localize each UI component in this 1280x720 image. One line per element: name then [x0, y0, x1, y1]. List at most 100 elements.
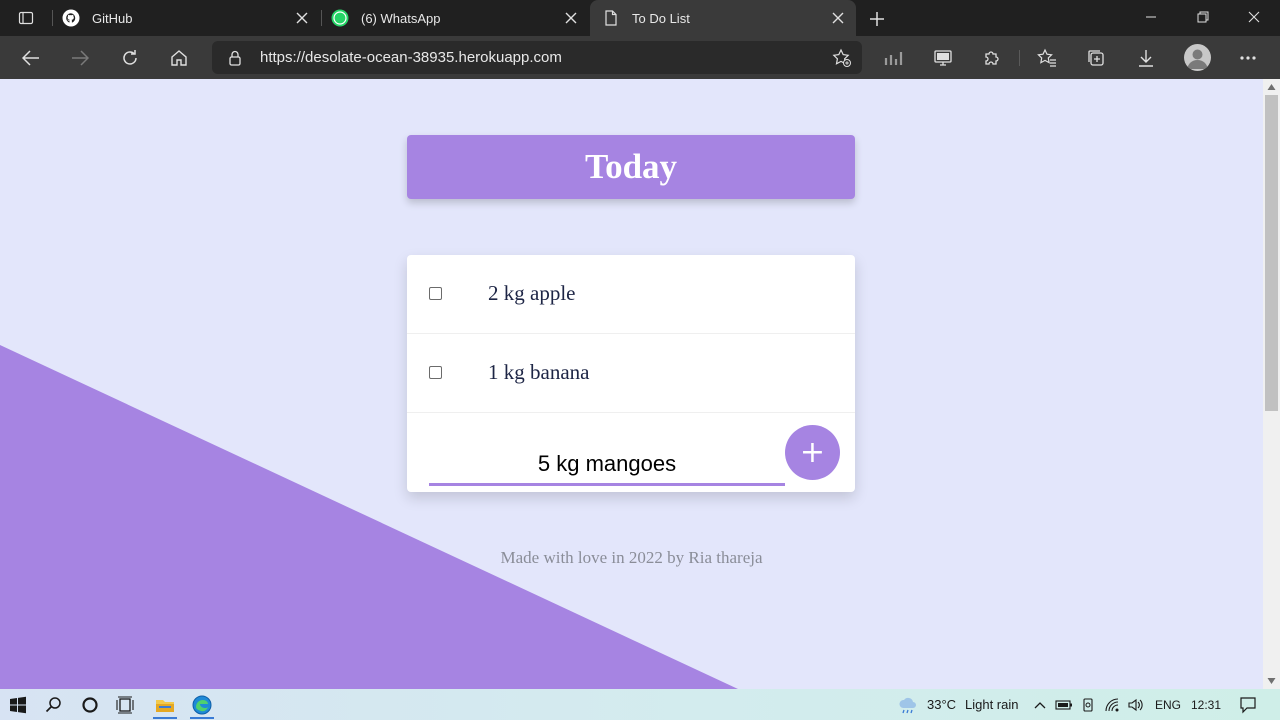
address-bar[interactable]: https://desolate-ocean-38935.herokuapp.c… [212, 41, 862, 74]
todo-item: 2 kg apple [407, 255, 855, 334]
weather-temperature: 33°C [927, 697, 957, 712]
scroll-thumb[interactable] [1265, 95, 1278, 411]
task-view-icon [116, 696, 134, 714]
todo-checkbox[interactable] [429, 366, 442, 379]
todo-item-text: 1 kg banana [488, 360, 590, 384]
downloads-button[interactable] [1134, 46, 1158, 70]
task-view-button[interactable] [114, 694, 136, 716]
todo-item: 1 kg banana [407, 334, 855, 413]
page-title: Today [584, 147, 678, 186]
folder-icon [156, 700, 174, 712]
close-tab-icon[interactable] [830, 10, 846, 26]
wifi-icon [1105, 698, 1119, 712]
puzzle-icon [985, 51, 999, 65]
tab-whatsapp[interactable]: (6) WhatsApp [331, 0, 589, 36]
screen-cast-button[interactable] [931, 46, 955, 70]
back-button[interactable] [17, 44, 45, 72]
home-button[interactable] [165, 44, 193, 72]
close-icon [1248, 11, 1260, 23]
browser-toolbar: https://desolate-ocean-38935.herokuapp.c… [0, 36, 1280, 79]
search-icon [45, 697, 61, 713]
footer-text: Made with love in 2022 by Ria thareja [500, 548, 763, 567]
weather-button[interactable] [897, 694, 919, 716]
page-scrollbar[interactable] [1263, 79, 1280, 689]
battery-icon [1055, 700, 1072, 710]
new-item-input[interactable] [429, 433, 785, 486]
tab-actions-button[interactable] [10, 7, 42, 29]
restore-button[interactable] [1191, 6, 1215, 28]
whatsapp-icon [331, 9, 349, 27]
weather-description[interactable]: Light rain [965, 697, 1018, 712]
close-tab-icon[interactable] [563, 10, 579, 26]
heading-box: Today [407, 135, 855, 199]
tab-title: To Do List [632, 10, 690, 26]
tab-strip: GitHub (6) WhatsApp To Do List [0, 0, 1280, 36]
page-icon [602, 9, 620, 27]
favorites-icon [1037, 48, 1056, 67]
network-button[interactable] [1101, 694, 1123, 716]
url-text: https://desolate-ocean-38935.herokuapp.c… [260, 49, 562, 66]
windows-icon [10, 696, 26, 714]
user-icon [1187, 49, 1208, 69]
home-icon [171, 50, 187, 66]
collections-button[interactable] [1084, 46, 1108, 70]
edge-taskbar-button[interactable] [191, 694, 213, 716]
scroll-down-icon[interactable] [1267, 677, 1276, 685]
language-indicator[interactable]: ENG [1155, 698, 1181, 712]
todo-checkbox[interactable] [429, 287, 442, 300]
show-hidden-icons-button[interactable] [1029, 694, 1051, 716]
search-button[interactable] [43, 694, 65, 716]
tab-actions-icon [18, 11, 34, 25]
lock-icon[interactable] [226, 49, 244, 67]
favorites-button[interactable] [1035, 46, 1059, 70]
more-icon [1240, 56, 1256, 60]
collections-icon [1088, 50, 1104, 66]
todo-card: 2 kg apple 1 kg banana + [407, 255, 855, 492]
edge-icon [192, 695, 212, 715]
minimize-button[interactable] [1139, 6, 1163, 28]
download-icon [1139, 50, 1153, 67]
close-window-button[interactable] [1242, 6, 1266, 28]
notification-icon [1240, 697, 1256, 714]
volume-icon [1128, 698, 1143, 712]
new-tab-button[interactable] [866, 8, 888, 30]
monitor-icon [934, 50, 952, 66]
chart-icon [884, 52, 903, 65]
refresh-icon [123, 50, 137, 65]
add-item-button[interactable]: + [785, 425, 840, 480]
cortana-icon [82, 697, 98, 713]
forward-button[interactable] [66, 44, 94, 72]
battery-button[interactable] [1053, 694, 1075, 716]
forward-arrow-icon [72, 50, 89, 66]
tab-todo-list[interactable]: To Do List [590, 0, 856, 36]
tab-title: (6) WhatsApp [361, 10, 441, 26]
scroll-up-icon[interactable] [1267, 83, 1276, 91]
extensions-button[interactable] [980, 46, 1004, 70]
start-button[interactable] [7, 694, 29, 716]
todo-item-text: 2 kg apple [488, 281, 576, 305]
clock[interactable]: 12:31 [1191, 698, 1221, 712]
chevron-up-icon [1034, 702, 1046, 709]
taskbar: 33°C Light rain ENG 12:31 [0, 689, 1280, 720]
restore-icon [1197, 11, 1209, 23]
cortana-button[interactable] [79, 694, 101, 716]
add-favorite-icon[interactable] [832, 48, 852, 68]
minimize-icon [1146, 16, 1156, 18]
github-icon [62, 9, 80, 27]
rain-cloud-icon [899, 697, 916, 714]
close-tab-icon[interactable] [294, 10, 310, 26]
performance-button[interactable] [882, 46, 906, 70]
file-explorer-button[interactable] [154, 694, 176, 716]
tab-title: GitHub [92, 10, 133, 26]
device-icon [1083, 698, 1093, 712]
profile-avatar[interactable] [1184, 44, 1211, 71]
tab-github[interactable]: GitHub [62, 0, 320, 36]
settings-menu-button[interactable] [1236, 46, 1260, 70]
device-button[interactable] [1077, 694, 1099, 716]
page-viewport: Today 2 kg apple 1 kg banana + Made with… [0, 79, 1263, 689]
back-arrow-icon [22, 50, 39, 66]
volume-button[interactable] [1125, 694, 1147, 716]
notifications-button[interactable] [1237, 694, 1259, 716]
plus-icon [870, 12, 884, 26]
refresh-button[interactable] [116, 44, 144, 72]
